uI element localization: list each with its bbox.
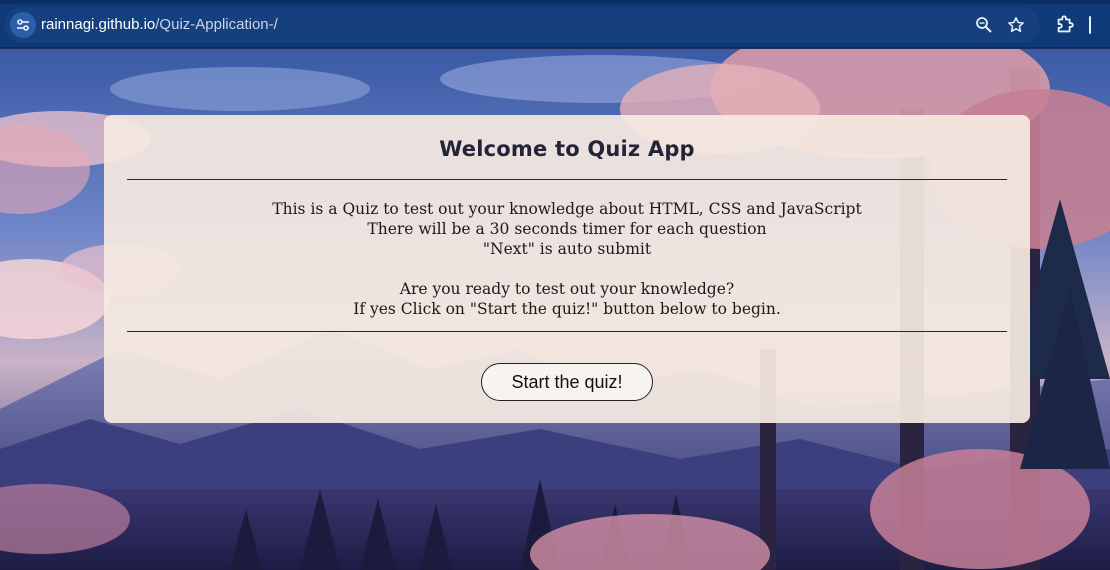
quiz-welcome-card: Welcome to Quiz App This is a Quiz to te… [104,115,1030,423]
bookmark-star-icon[interactable] [1006,15,1026,35]
prompt-line: If yes Click on "Start the quiz!" button… [353,300,781,318]
divider [127,331,1007,332]
start-quiz-button[interactable]: Start the quiz! [481,363,653,401]
page-title: Welcome to Quiz App [439,137,695,161]
quiz-instructions: This is a Quiz to test out your knowledg… [104,199,1030,319]
toolbar-separator [1089,16,1091,34]
divider [127,179,1007,180]
extensions-puzzle-icon[interactable] [1054,14,1076,36]
instruction-line: There will be a 30 seconds timer for eac… [367,220,767,238]
prompt-line: Are you ready to test out your knowledge… [399,280,735,298]
browser-toolbar: rainnagi.github.io/Quiz-Application-/ [0,0,1110,48]
zoom-icon[interactable] [974,15,994,35]
instruction-line: "Next" is auto submit [482,240,652,258]
site-info-tune-icon[interactable] [10,12,36,38]
url-path: /Quiz-Application-/ [155,16,278,33]
url-text[interactable]: rainnagi.github.io/Quiz-Application-/ [41,16,278,33]
tab-strip-edge [0,0,1110,4]
instruction-line: This is a Quiz to test out your knowledg… [272,200,862,218]
address-bar[interactable]: rainnagi.github.io/Quiz-Application-/ [4,7,1040,43]
url-host: rainnagi.github.io [41,16,156,33]
